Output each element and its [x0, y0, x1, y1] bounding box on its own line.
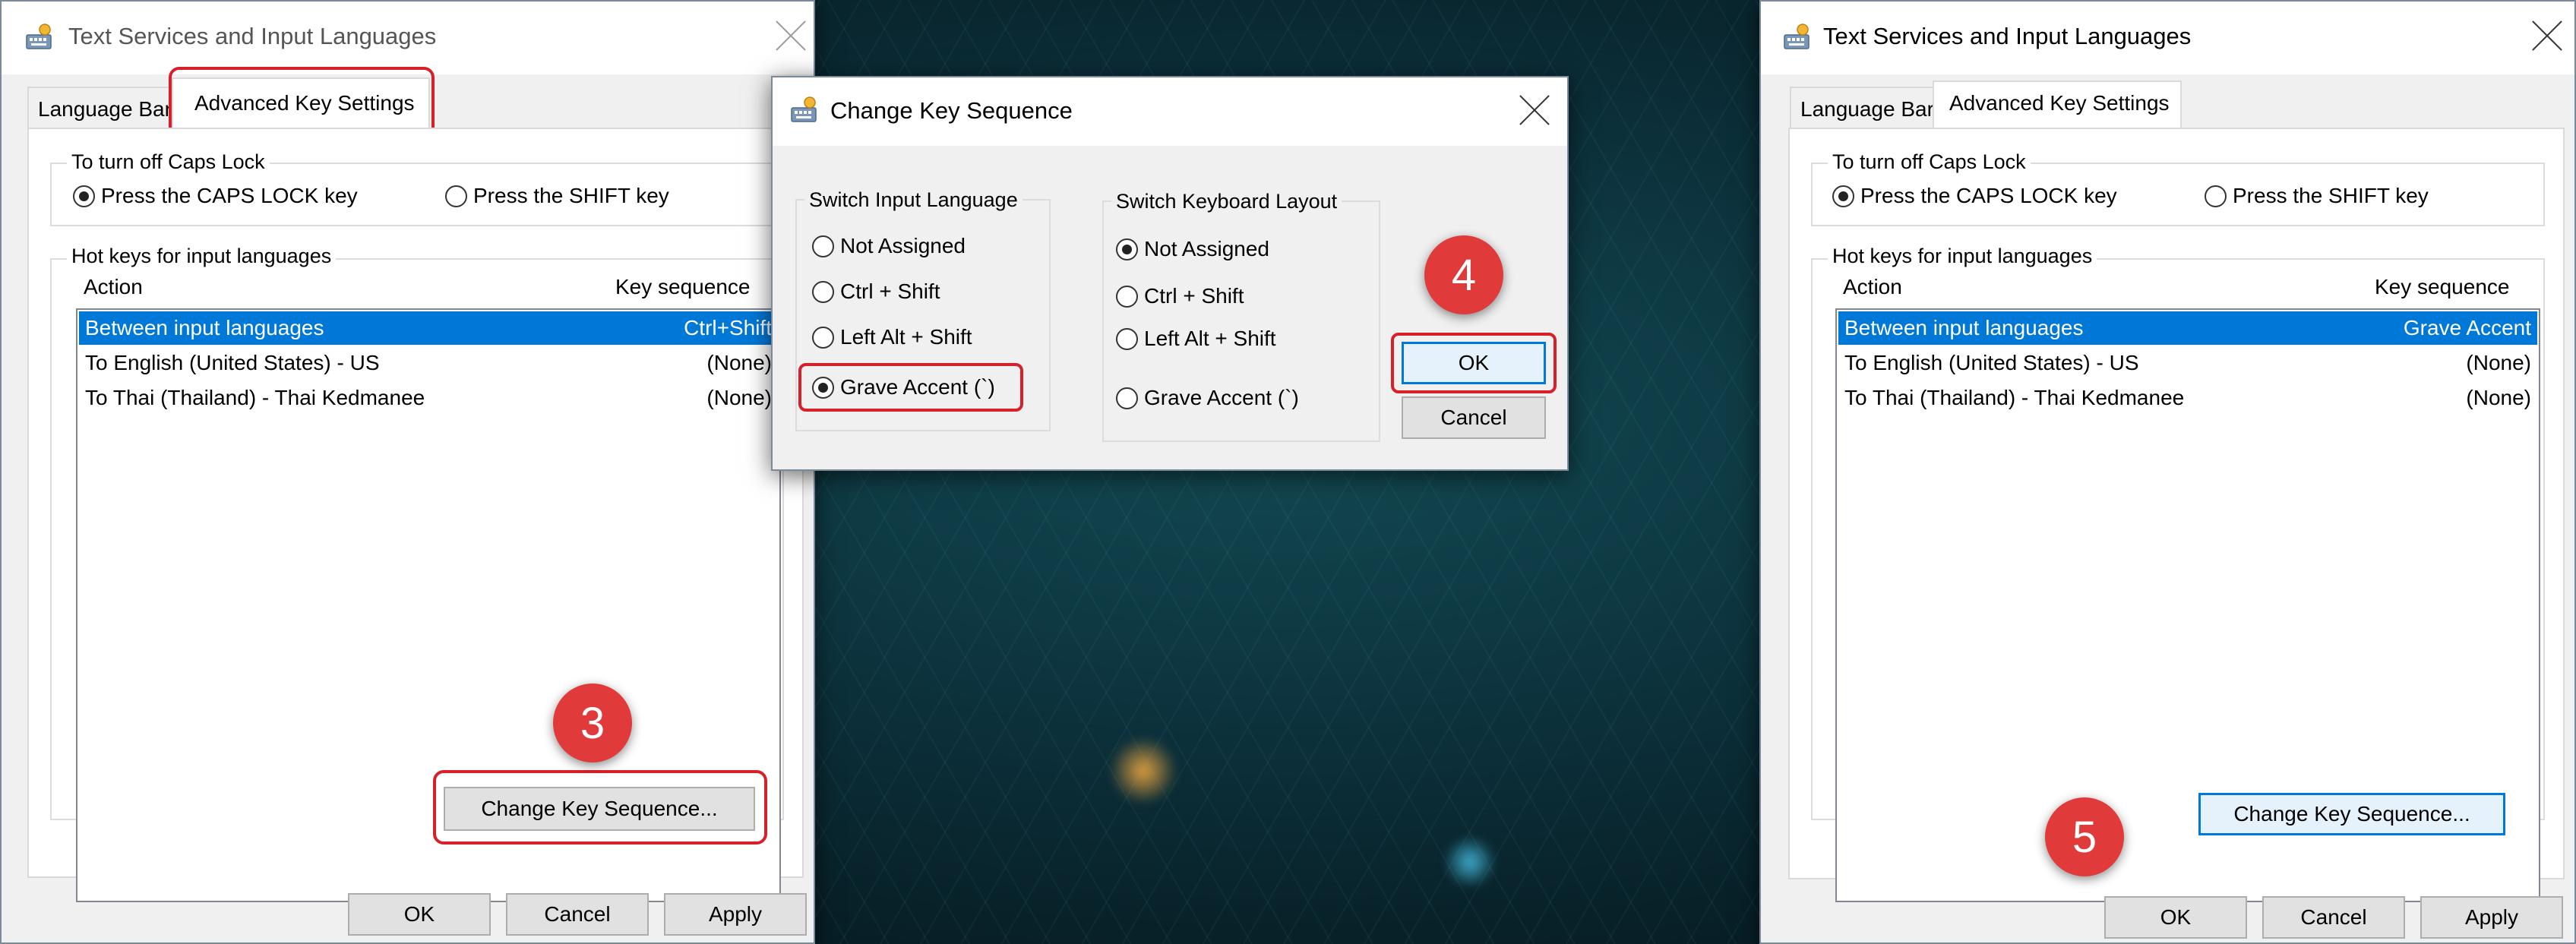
layout-grave-accent-radio[interactable]: Grave Accent (`)	[1116, 386, 1299, 410]
radio-label: Grave Accent (`)	[1144, 386, 1299, 409]
row-key: (None)	[2466, 386, 2531, 409]
input-left-alt-shift-radio[interactable]: Left Alt + Shift	[812, 325, 972, 349]
callout-highlight	[798, 363, 1023, 412]
row-key: (None)	[706, 351, 772, 374]
layout-not-assigned-radio[interactable]: Not Assigned	[1116, 237, 1269, 261]
radio-unselected-icon	[812, 326, 834, 349]
radio-unselected-icon	[1116, 327, 1138, 350]
list-item[interactable]: To Thai (Thailand) - Thai Kedmanee (None)	[1838, 381, 2537, 415]
right-dialog: Text Services and Input Languages Langua…	[1759, 0, 2576, 944]
caps-lock-legend: To turn off Caps Lock	[67, 150, 270, 174]
radio-selected-icon	[1832, 185, 1854, 207]
row-action: To English (United States) - US	[1844, 351, 2139, 374]
layout-left-alt-shift-radio[interactable]: Left Alt + Shift	[1116, 327, 1276, 351]
row-action: Between input languages	[1844, 316, 2084, 339]
tab-panel: To turn off Caps Lock Press the CAPS LOC…	[1788, 128, 2565, 902]
step-badge: 4	[1424, 235, 1503, 314]
radio-label: Ctrl + Shift	[1144, 284, 1244, 308]
input-ctrl-shift-radio[interactable]: Ctrl + Shift	[812, 279, 940, 304]
keyboard-settings-icon	[1784, 24, 1810, 49]
ok-button[interactable]: OK	[348, 893, 491, 936]
change-key-sequence-button[interactable]: Change Key Sequence...	[444, 787, 755, 831]
close-icon[interactable]	[2531, 20, 2563, 52]
radio-unselected-icon	[1116, 285, 1138, 308]
left-dialog: Text Services and Input Languages Langua…	[0, 0, 815, 944]
column-header-action: Action	[1843, 275, 1902, 298]
cancel-button[interactable]: Cancel	[2262, 896, 2405, 939]
shift-key-radio[interactable]: Press the SHIFT key	[2205, 184, 2429, 208]
list-item[interactable]: To Thai (Thailand) - Thai Kedmanee (None)	[79, 381, 778, 415]
radio-unselected-icon	[812, 235, 834, 257]
desktop-glow	[1109, 737, 1177, 805]
radio-label: Left Alt + Shift	[1144, 327, 1276, 350]
change-key-sequence-dialog: Change Key Sequence Switch Input Languag…	[771, 76, 1569, 471]
row-key: (None)	[2466, 351, 2531, 374]
row-key: Grave Accent	[2403, 316, 2531, 339]
input-not-assigned-radio[interactable]: Not Assigned	[812, 234, 966, 258]
switch-keyboard-layout-legend: Switch Keyboard Layout	[1111, 190, 1342, 213]
radio-unselected-icon	[2205, 185, 2227, 207]
ok-button[interactable]: OK	[1402, 342, 1546, 384]
row-key: (None)	[706, 386, 772, 409]
hotkeys-legend: Hot keys for input languages	[1828, 245, 2097, 268]
window-title: Text Services and Input Languages	[68, 23, 437, 49]
radio-label: Not Assigned	[840, 234, 966, 257]
caps-lock-radio[interactable]: Press the CAPS LOCK key	[73, 184, 358, 208]
radio-label: Press the CAPS LOCK key	[101, 184, 358, 207]
radio-label: Left Alt + Shift	[840, 325, 972, 349]
radio-unselected-icon	[445, 185, 467, 207]
radio-label: Ctrl + Shift	[840, 279, 940, 303]
radio-label: Press the SHIFT key	[473, 184, 669, 207]
step-badge: 5	[2045, 797, 2124, 876]
tab-advanced-key-settings[interactable]: Advanced Key Settings	[1933, 81, 2182, 131]
list-item[interactable]: Between input languages Grave Accent	[1838, 311, 2537, 345]
apply-button[interactable]: Apply	[664, 893, 807, 936]
radio-selected-icon	[1116, 238, 1138, 260]
radio-label: Press the CAPS LOCK key	[1860, 184, 2117, 207]
window-title: Change Key Sequence	[830, 97, 1073, 124]
caps-lock-radio[interactable]: Press the CAPS LOCK key	[1832, 184, 2117, 208]
hotkeys-legend: Hot keys for input languages	[67, 245, 337, 268]
column-header-action: Action	[84, 275, 143, 298]
tab-language-bar[interactable]: Language Bar	[27, 87, 172, 128]
right-titlebar: Text Services and Input Languages	[1761, 2, 2574, 74]
close-icon[interactable]	[1519, 94, 1550, 126]
list-item[interactable]: Between input languages Ctrl+Shift	[79, 311, 778, 345]
shift-key-radio[interactable]: Press the SHIFT key	[445, 184, 669, 208]
ok-button[interactable]: OK	[2104, 896, 2247, 939]
cancel-button[interactable]: Cancel	[506, 893, 649, 936]
radio-unselected-icon	[1116, 387, 1138, 409]
switch-input-language-legend: Switch Input Language	[804, 188, 1022, 212]
row-key: Ctrl+Shift	[684, 316, 772, 339]
window-title: Text Services and Input Languages	[1823, 23, 2192, 49]
row-action: To English (United States) - US	[85, 351, 380, 374]
radio-selected-icon	[73, 185, 95, 207]
cancel-button[interactable]: Cancel	[1402, 396, 1546, 439]
column-header-key-sequence: Key sequence	[2375, 275, 2510, 298]
apply-button[interactable]: Apply	[2420, 896, 2563, 939]
row-action: To Thai (Thailand) - Thai Kedmanee	[85, 386, 425, 409]
radio-label: Press the SHIFT key	[2233, 184, 2429, 207]
caps-lock-legend: To turn off Caps Lock	[1828, 150, 2031, 174]
left-titlebar: Text Services and Input Languages	[2, 2, 814, 74]
layout-ctrl-shift-radio[interactable]: Ctrl + Shift	[1116, 284, 1244, 308]
step-badge: 3	[553, 684, 632, 762]
radio-unselected-icon	[812, 280, 834, 303]
keyboard-settings-icon	[26, 24, 52, 49]
desktop-glow	[1443, 835, 1497, 889]
list-item[interactable]: To English (United States) - US (None)	[1838, 346, 2537, 380]
tab-language-bar[interactable]: Language Bar	[1790, 87, 1934, 128]
list-item[interactable]: To English (United States) - US (None)	[79, 346, 778, 380]
radio-label: Not Assigned	[1144, 237, 1269, 260]
keyboard-settings-icon	[791, 96, 817, 122]
middle-titlebar: Change Key Sequence	[773, 77, 1567, 146]
row-action: To Thai (Thailand) - Thai Kedmanee	[1844, 386, 2185, 409]
row-action: Between input languages	[85, 316, 324, 339]
tab-panel: To turn off Caps Lock Press the CAPS LOC…	[27, 128, 804, 902]
column-header-key-sequence: Key sequence	[615, 275, 751, 298]
close-icon[interactable]	[775, 20, 807, 52]
change-key-sequence-button[interactable]: Change Key Sequence...	[2198, 793, 2505, 835]
